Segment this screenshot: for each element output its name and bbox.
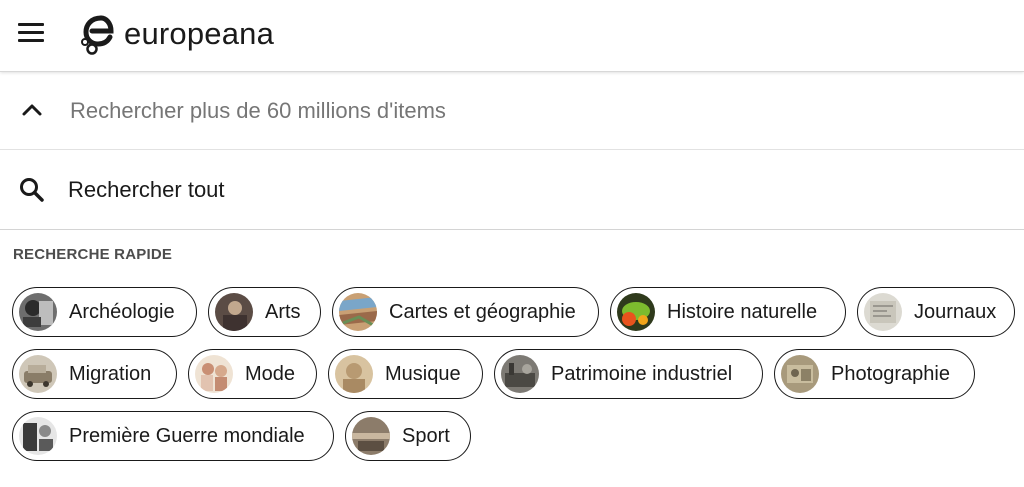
arts-thumbnail <box>215 293 253 331</box>
search-bar[interactable]: Rechercher plus de 60 millions d'items <box>0 72 1024 150</box>
quick-search-heading: RECHERCHE RAPIDE <box>13 246 173 263</box>
chip-label: Photographie <box>831 363 950 385</box>
chip-label: Migration <box>69 363 152 385</box>
quick-search-chip-premiere-guerre-mondiale[interactable]: Première Guerre mondiale <box>12 411 334 461</box>
chip-label: Archéologie <box>69 301 175 323</box>
quick-search-chip-mode[interactable]: Mode <box>188 349 317 399</box>
europeana-logo[interactable]: europeana <box>80 12 274 56</box>
chip-label: Cartes et géographie <box>389 301 576 323</box>
search-icon <box>20 178 44 202</box>
cartes-et-geographie-thumbnail <box>339 293 377 331</box>
sport-thumbnail <box>352 417 390 455</box>
mode-thumbnail <box>195 355 233 393</box>
photographie-thumbnail <box>781 355 819 393</box>
quick-search-chip-cartes-et-geographie[interactable]: Cartes et géographie <box>332 287 599 337</box>
quick-search-chip-migration[interactable]: Migration <box>12 349 177 399</box>
brand-name: europeana <box>124 16 275 51</box>
patrimoine-industriel-thumbnail <box>501 355 539 393</box>
search-input[interactable]: Rechercher plus de 60 millions d'items <box>70 98 446 124</box>
chevron-up-icon[interactable] <box>18 96 46 124</box>
quick-search-chip-musique[interactable]: Musique <box>328 349 483 399</box>
quick-search-chip-patrimoine-industriel[interactable]: Patrimoine industriel <box>494 349 763 399</box>
chip-label: Journaux <box>914 301 997 323</box>
chip-label: Première Guerre mondiale <box>69 425 305 447</box>
premiere-guerre-mondiale-thumbnail <box>19 417 57 455</box>
chip-label: Arts <box>265 301 301 323</box>
quick-search-chip-journaux[interactable]: Journaux <box>857 287 1015 337</box>
europeana-logo-icon <box>81 15 114 55</box>
chip-label: Musique <box>385 363 461 385</box>
journaux-thumbnail <box>864 293 902 331</box>
musique-thumbnail <box>335 355 373 393</box>
archeologie-thumbnail <box>19 293 57 331</box>
hamburger-menu-icon[interactable] <box>14 20 48 48</box>
migration-thumbnail <box>19 355 57 393</box>
quick-search-chip-histoire-naturelle[interactable]: Histoire naturelle <box>610 287 846 337</box>
search-all-option[interactable]: Rechercher tout <box>0 150 1024 230</box>
quick-search-chip-arts[interactable]: Arts <box>208 287 321 337</box>
chip-label: Mode <box>245 363 296 385</box>
chip-label: Sport <box>402 425 450 447</box>
chip-label: Patrimoine industriel <box>551 363 733 385</box>
histoire-naturelle-thumbnail <box>617 293 655 331</box>
search-all-label: Rechercher tout <box>68 177 225 202</box>
quick-search-chip-photographie[interactable]: Photographie <box>774 349 975 399</box>
quick-search-chip-sport[interactable]: Sport <box>345 411 471 461</box>
quick-search-chip-archeologie[interactable]: Archéologie <box>12 287 197 337</box>
chip-label: Histoire naturelle <box>667 301 818 323</box>
top-header: europeana <box>0 0 1024 72</box>
